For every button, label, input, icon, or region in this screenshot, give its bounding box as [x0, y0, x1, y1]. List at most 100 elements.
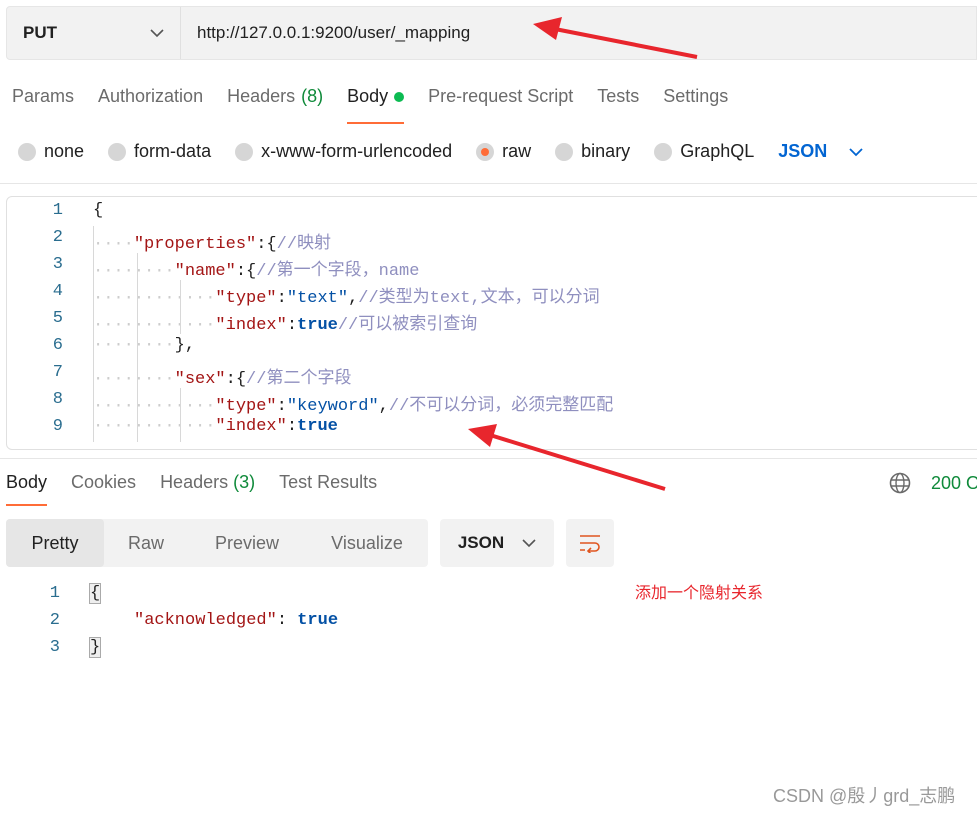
line-number: 6: [52, 336, 63, 355]
line-number: 4: [52, 282, 63, 301]
code-line: ········"sex":{//第二个字段: [93, 363, 351, 389]
chevron-down-icon: [150, 29, 164, 38]
code-token: "type": [215, 289, 277, 308]
line-number: 5: [52, 309, 63, 328]
indent-guide: [93, 388, 94, 415]
format-label: JSON: [457, 533, 505, 552]
code-token: :{: [235, 262, 257, 281]
method-select[interactable]: PUT: [7, 7, 181, 59]
status-code: 200 O: [931, 473, 977, 493]
indent-guide: [93, 334, 94, 361]
code-line: ············"type":"text",//类型为text,文本，可…: [93, 282, 600, 308]
radio-label: raw: [502, 141, 532, 161]
radio-label: binary: [581, 141, 631, 161]
code-token: :: [276, 397, 287, 416]
response-format-select[interactable]: JSON: [440, 519, 554, 567]
indent-guide: [93, 415, 94, 442]
request-tabs: Params Authorization Headers (8) Body Pre-req…: [0, 86, 740, 124]
wrap-lines-button[interactable]: [566, 519, 614, 567]
radio-label: form-data: [134, 141, 212, 161]
request-body-editor[interactable]: 1{2 ····"properties":{//映射 3 ········"name"…: [6, 196, 977, 450]
code-token: {: [93, 201, 104, 220]
indent-guide: [136, 361, 138, 388]
indent-guide: [93, 226, 94, 253]
line-number: 2: [52, 228, 63, 247]
code-line: ············"index":true: [93, 417, 338, 436]
code-token: "keyword": [286, 397, 379, 416]
code-token: :{: [256, 235, 277, 254]
body-type-options: none form-data x-www-form-urlencoded raw bin…: [18, 141, 863, 162]
radio-circle-icon: [18, 142, 36, 161]
tab-params[interactable]: Params: [12, 86, 74, 124]
divider: [0, 458, 977, 459]
line-number: 3: [52, 255, 63, 274]
radio-x-www-form-urlencoded[interactable]: x-www-form-urlencoded: [235, 141, 452, 162]
indent-guide: [93, 253, 94, 280]
code-token: :: [286, 417, 298, 436]
code-line: ········"name":{//第一个字段，name: [93, 255, 419, 281]
tab-label: Authorization: [98, 86, 204, 106]
response-tab-headers[interactable]: Headers (3): [160, 472, 255, 506]
code-token: "name": [174, 262, 236, 281]
json-value: true: [297, 611, 339, 630]
tab-pre-request-script[interactable]: Pre-request Script: [428, 86, 573, 124]
view-mode-tabs: Pretty Raw Preview Visualize: [6, 519, 428, 567]
indent-guide: [180, 388, 182, 415]
tab-label: Settings: [663, 86, 729, 106]
radio-GraphQL[interactable]: GraphQL: [654, 141, 754, 162]
whitespace-dots: ············: [93, 417, 216, 436]
body-format-select[interactable]: JSON: [778, 141, 863, 162]
code-token: //可以被索引查询: [337, 316, 478, 335]
code-token: :: [286, 316, 298, 335]
method-label: PUT: [23, 23, 57, 42]
response-tab-cookies[interactable]: Cookies: [71, 472, 136, 506]
radio-none[interactable]: none: [18, 141, 84, 162]
indent-guide: [93, 280, 94, 307]
code-token: },: [174, 336, 196, 355]
watermark: CSDN @殷丿grd_志鹏: [773, 786, 956, 806]
tab-tests[interactable]: Tests: [597, 86, 639, 124]
tab-count: (3): [233, 472, 256, 492]
tab-authorization[interactable]: Authorization: [98, 86, 203, 124]
radio-label: GraphQL: [680, 141, 755, 161]
code-token: true: [297, 316, 338, 335]
indent-guide: [180, 280, 182, 307]
tab-headers[interactable]: Headers (8): [227, 86, 323, 124]
radio-binary[interactable]: binary: [555, 141, 630, 162]
tab-label: Cookies: [71, 472, 137, 492]
response-tab-body[interactable]: Body: [6, 472, 48, 506]
line-number: 9: [52, 417, 63, 436]
view-preview[interactable]: Preview: [188, 519, 306, 567]
code-token: //类型为text,文本，可以分词: [358, 289, 600, 308]
whitespace-dots: ············: [93, 397, 216, 416]
tab-body[interactable]: Body: [347, 86, 405, 124]
view-raw[interactable]: Raw: [104, 519, 188, 567]
view-pretty[interactable]: Pretty: [6, 519, 104, 567]
tab-label: Headers: [227, 86, 296, 106]
tab-settings[interactable]: Settings: [663, 86, 728, 124]
whitespace-dots: ····: [93, 235, 134, 254]
radio-circle-icon: [654, 142, 673, 161]
code-token: //映射: [276, 235, 332, 254]
code-token: "index": [215, 316, 287, 335]
tab-count: (8): [301, 86, 324, 106]
active-dot-icon: [394, 92, 405, 102]
tab-label: Tests: [597, 86, 640, 106]
code-token: "properties": [133, 235, 257, 254]
tab-label: Body: [347, 86, 389, 106]
response-tab-test-results[interactable]: Test Results: [279, 472, 377, 506]
json-sep: :: [276, 611, 298, 630]
globe-icon[interactable]: [889, 472, 911, 494]
indent-guide: [180, 307, 182, 334]
indent-guide: [136, 280, 138, 307]
line-number: 8: [52, 390, 63, 409]
whitespace-dots: ············: [93, 316, 216, 335]
radio-circle-icon: [555, 142, 574, 161]
radio-raw[interactable]: raw: [476, 141, 531, 162]
radio-form-data[interactable]: form-data: [108, 141, 211, 162]
url-input[interactable]: http://127.0.0.1:9200/user/_mapping: [181, 23, 470, 43]
code-line: ············"index":true//可以被索引查询: [93, 309, 477, 335]
code-token: "sex": [174, 370, 226, 389]
code-token: //第二个字段: [246, 370, 352, 389]
view-visualize[interactable]: Visualize: [306, 519, 428, 567]
